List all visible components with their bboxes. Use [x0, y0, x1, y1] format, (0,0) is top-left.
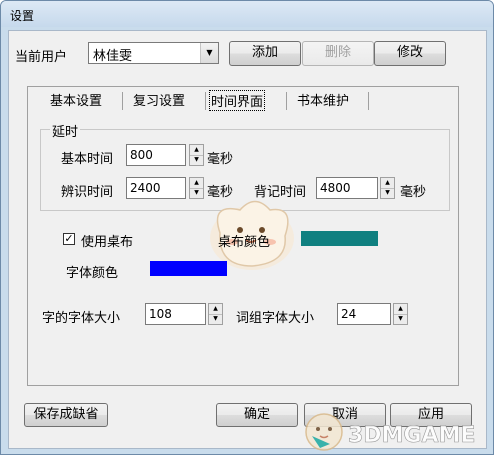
save-default-button[interactable]: 保存成缺省	[24, 403, 108, 427]
tab-separator	[122, 92, 123, 110]
font-color-swatch[interactable]	[150, 261, 227, 276]
delay-group-title: 延时	[50, 121, 81, 140]
recognize-time-input[interactable]: 2400	[126, 177, 186, 199]
arrow-down-icon[interactable]: ▼	[394, 314, 407, 324]
basic-time-unit: 毫秒	[207, 152, 234, 167]
chevron-down-icon[interactable]: ▼	[200, 43, 218, 63]
phrase-font-size-label: 词组字体大小	[236, 311, 315, 326]
memorize-time-input[interactable]: 4800	[316, 177, 378, 199]
user-select[interactable]: 林佳雯 ▼	[88, 42, 219, 64]
user-select-value: 林佳雯	[93, 49, 133, 64]
arrow-down-icon[interactable]: ▼	[381, 188, 394, 198]
title-bar[interactable]: 设置	[1, 1, 493, 27]
phrase-font-size-stepper[interactable]: ▲ ▼	[393, 303, 408, 325]
recognize-time-label: 辨识时间	[61, 185, 114, 200]
add-user-button[interactable]: 添加	[229, 41, 301, 66]
memorize-time-unit: 毫秒	[400, 185, 427, 200]
tablecloth-color-swatch[interactable]	[301, 231, 378, 246]
basic-time-stepper[interactable]: ▲ ▼	[189, 144, 204, 166]
watermark-text: 3DMGAME	[348, 423, 475, 448]
delete-user-button: 删除	[302, 41, 374, 66]
memorize-time-stepper[interactable]: ▲ ▼	[380, 177, 395, 199]
font-color-label: 字体颜色	[66, 266, 119, 281]
ok-button[interactable]: 确定	[216, 403, 298, 427]
tab-separator	[286, 92, 287, 110]
3dmgame-watermark-logo: 3DMGAME	[305, 413, 476, 451]
char-font-size-input[interactable]: 108	[145, 303, 206, 325]
char-font-size-label: 字的字体大小	[42, 311, 121, 326]
arrow-down-icon[interactable]: ▼	[190, 155, 203, 165]
use-tablecloth-label: 使用桌布	[81, 235, 134, 250]
phrase-font-size-input[interactable]: 24	[337, 303, 391, 325]
current-user-label: 当前用户	[15, 50, 68, 65]
tab-book-maintenance[interactable]: 书本维护	[297, 90, 349, 109]
tab-separator	[368, 92, 369, 110]
modify-user-button[interactable]: 修改	[374, 41, 446, 66]
tab-basic-settings[interactable]: 基本设置	[50, 90, 102, 109]
use-tablecloth-checkbox[interactable]: ✓	[63, 233, 75, 245]
window-title: 设置	[10, 9, 35, 23]
basic-time-input[interactable]: 800	[126, 144, 186, 166]
tab-time-interface[interactable]: 时间界面	[209, 90, 266, 111]
tablecloth-color-label: 桌布颜色	[218, 235, 271, 250]
arrow-down-icon[interactable]: ▼	[209, 314, 222, 324]
char-font-size-stepper[interactable]: ▲ ▼	[208, 303, 223, 325]
tab-separator	[205, 92, 206, 110]
basic-time-label: 基本时间	[61, 152, 114, 167]
tab-review-settings[interactable]: 复习设置	[133, 90, 185, 109]
